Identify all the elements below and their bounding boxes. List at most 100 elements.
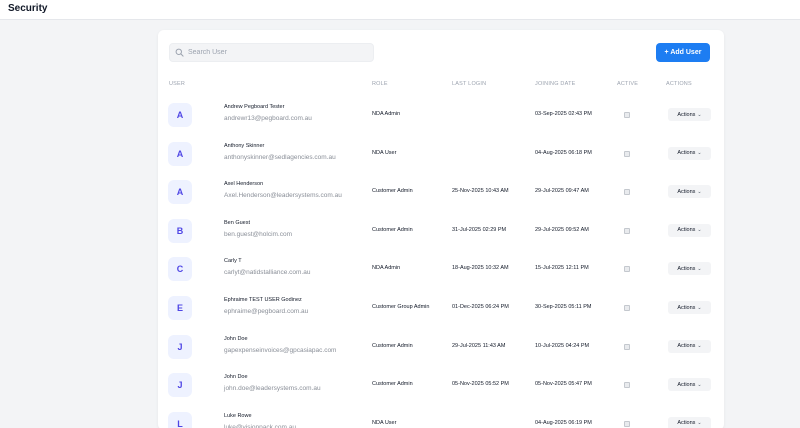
add-user-button[interactable]: + Add User [656, 43, 710, 62]
table-row: J John Doe john.doe@leadersystems.com.au Cu… [158, 366, 724, 404]
user-email: ephraime@pegboard.com.au [224, 308, 309, 315]
search-input[interactable] [188, 49, 368, 56]
active-checkbox[interactable] [624, 305, 630, 311]
chevron-down-icon: ⌄ [697, 343, 702, 350]
table-row: E Ephraime TEST USER Godinez ephraime@pegb… [158, 289, 724, 327]
active-checkbox[interactable] [624, 382, 630, 389]
user-name: John Doe [224, 335, 248, 342]
user-email: carlyt@natidstalliance.com.au [224, 269, 311, 277]
user-name: Andrew Pegboard Tester [224, 104, 285, 110]
table-row: A Anthony Skinner anthonyskinner@sedlagenc… [158, 135, 724, 173]
last-login: 01-Dec-2025 06:24 PM [452, 304, 509, 310]
table-row: B Ben Guest ben.guest@holcim.com Customer A… [158, 212, 724, 250]
avatar: J [168, 334, 192, 359]
chevron-down-icon: ⌄ [697, 304, 702, 311]
actions-label: Actions [677, 111, 696, 118]
active-checkbox[interactable] [624, 189, 630, 196]
column-header-actions: ACTIONS [666, 81, 692, 87]
avatar: C [168, 257, 192, 282]
avatar: B [168, 218, 192, 243]
last-login: 25-Nov-2025 10:43 AM [452, 188, 509, 195]
search-box[interactable] [169, 43, 374, 62]
user-role: NDA User [372, 149, 397, 156]
actions-dropdown-button[interactable]: Actions ⌄ [668, 108, 711, 121]
user-email: Axel.Henderson@leadersystems.com.au [224, 192, 342, 200]
user-name: Ben Guest [224, 219, 250, 226]
avatar: A [168, 103, 192, 127]
chevron-down-icon: ⌄ [697, 111, 702, 118]
user-role: NDA Admin [372, 265, 401, 272]
column-header-role: ROLE [372, 81, 388, 87]
column-header-active: ACTIVE [617, 81, 639, 87]
page-title: Security [8, 3, 48, 14]
user-role: NDA Admin [372, 111, 401, 117]
chevron-down-icon: ⌄ [697, 227, 702, 234]
actions-label: Actions [677, 188, 696, 195]
user-role: Customer Admin [372, 342, 413, 349]
user-name: John Doe [224, 374, 248, 381]
active-checkbox[interactable] [624, 266, 630, 273]
chevron-down-icon: ⌄ [697, 420, 702, 427]
actions-dropdown-button[interactable]: Actions ⌄ [668, 262, 711, 276]
actions-dropdown-button[interactable]: Actions ⌄ [668, 416, 711, 428]
table-row: L Luke Rowe luke@visionpack.com.au NDA User… [158, 405, 724, 428]
joining-date: 04-Aug-2025 06:18 PM [535, 149, 592, 156]
column-header-joining-date: JOINING DATE [535, 81, 576, 87]
active-checkbox[interactable] [624, 343, 630, 350]
user-name: Axel Henderson [224, 181, 264, 188]
active-checkbox[interactable] [624, 112, 630, 118]
user-role: Customer Admin [372, 226, 413, 233]
search-icon [175, 48, 184, 57]
joining-date: 30-Sep-2025 05:11 PM [535, 304, 592, 310]
joining-date: 15-Jul-2025 12:11 PM [535, 265, 589, 272]
actions-dropdown-button[interactable]: Actions ⌄ [668, 339, 711, 353]
user-email: gapexpenseinvoices@gpcasiapac.com [224, 346, 337, 354]
joining-date: 03-Sep-2025 02:43 PM [535, 111, 592, 117]
avatar: J [168, 373, 192, 398]
user-email: john.doe@leadersystems.com.au [224, 385, 321, 393]
actions-label: Actions [677, 381, 696, 388]
chevron-down-icon: ⌄ [697, 188, 702, 195]
user-name: Anthony Skinner [224, 142, 265, 149]
actions-dropdown-button[interactable]: Actions ⌄ [668, 185, 711, 199]
user-email: andrewr13@pegboard.com.au [224, 115, 312, 122]
actions-label: Actions [677, 227, 696, 234]
actions-dropdown-button[interactable]: Actions ⌄ [668, 223, 711, 237]
actions-label: Actions [677, 265, 696, 272]
table-row: C Carly T carlyt@natidstalliance.com.au NDA… [158, 250, 724, 288]
chevron-down-icon: ⌄ [697, 150, 702, 157]
table-row: A Axel Henderson Axel.Henderson@leadersyst… [158, 173, 724, 211]
last-login: 29-Jul-2025 11:43 AM [452, 342, 506, 349]
joining-date: 05-Nov-2025 05:47 PM [535, 381, 592, 388]
active-checkbox[interactable] [624, 420, 630, 427]
avatar: E [168, 296, 192, 320]
table-row: J John Doe gapexpenseinvoices@gpcasiapac.c… [158, 328, 724, 366]
users-card: + Add User USER ROLE LAST LOGIN JOINING … [158, 30, 724, 428]
actions-label: Actions [677, 304, 696, 311]
user-email: luke@visionpack.com.au [224, 423, 296, 428]
actions-dropdown-button[interactable]: Actions ⌄ [668, 378, 711, 392]
last-login: 31-Jul-2025 02:29 PM [452, 226, 507, 233]
user-email: ben.guest@holcim.com [224, 230, 293, 238]
user-name: Carly T [224, 258, 242, 265]
chevron-down-icon: ⌄ [697, 265, 702, 272]
active-checkbox[interactable] [624, 150, 630, 157]
avatar: A [168, 141, 192, 166]
active-checkbox[interactable] [624, 227, 630, 234]
actions-dropdown-button[interactable]: Actions ⌄ [668, 301, 711, 314]
column-header-user: USER [169, 81, 186, 87]
user-email: anthonyskinner@sedlagencies.com.au [224, 153, 336, 161]
actions-dropdown-button[interactable]: Actions ⌄ [668, 146, 711, 160]
table-row: A Andrew Pegboard Tester andrewr13@pegboar… [158, 96, 724, 134]
joining-date: 29-Jul-2025 09:52 AM [535, 226, 589, 233]
avatar: L [168, 411, 192, 428]
chevron-down-icon: ⌄ [697, 381, 702, 388]
last-login: 05-Nov-2025 05:52 PM [452, 381, 509, 388]
avatar: A [168, 180, 192, 205]
joining-date: 04-Aug-2025 06:19 PM [535, 419, 592, 426]
joining-date: 29-Jul-2025 09:47 AM [535, 188, 589, 195]
actions-label: Actions [677, 420, 696, 427]
top-bar: Security [0, 0, 800, 20]
actions-label: Actions [677, 343, 696, 350]
column-header-last-login: LAST LOGIN [452, 81, 487, 87]
